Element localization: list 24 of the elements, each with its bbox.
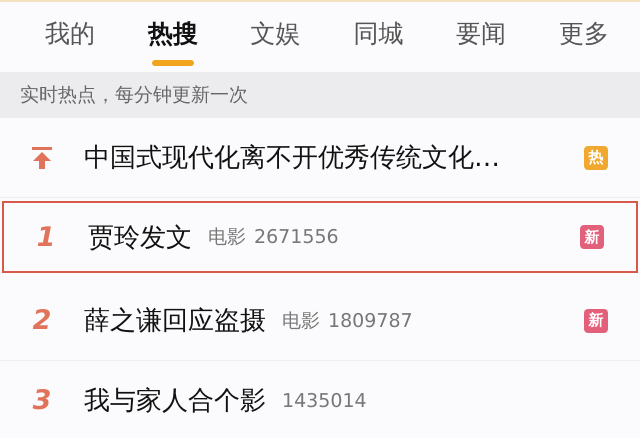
tab[interactable]: 我的: [20, 2, 120, 72]
category-label: 电影: [282, 308, 320, 334]
status-badge: 新: [584, 308, 608, 332]
status-badge: 新: [580, 225, 604, 249]
banner-text: 实时热点，每分钟更新一次: [20, 83, 248, 108]
pin-top-icon: [32, 146, 52, 168]
tab[interactable]: 要闻: [431, 2, 532, 72]
topic-title[interactable]: 贾玲发文: [88, 220, 192, 254]
topic-title[interactable]: 薛之谦回应盗摄: [84, 303, 266, 338]
rank-number: 3: [32, 385, 52, 416]
heat-count: 1809787: [328, 310, 413, 332]
status-badge: 热: [584, 146, 608, 170]
hot-search-row[interactable]: 1 贾玲发文 电影 2671556 新: [2, 201, 638, 273]
topic-title[interactable]: 我与家人合个影: [84, 383, 266, 418]
heat-count: 1435014: [282, 390, 367, 412]
tab[interactable]: 更多: [534, 2, 634, 72]
tab[interactable]: 热搜: [122, 2, 223, 72]
rank-number: 1: [36, 222, 56, 252]
category-label: 电影: [208, 225, 246, 250]
tab[interactable]: 文娱: [226, 2, 326, 72]
tab[interactable]: 同城: [328, 2, 428, 72]
heat-count: 2671556: [254, 226, 339, 248]
rank-number: 2: [32, 305, 52, 336]
topic-title[interactable]: 中国式现代化离不开优秀传统文化…: [84, 140, 500, 175]
